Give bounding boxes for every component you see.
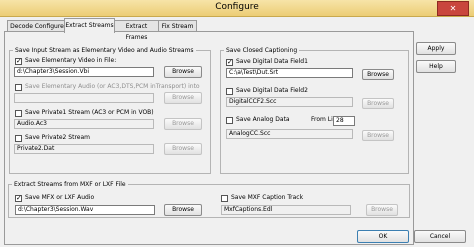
analog-data-path-field[interactable]: AnalogCC.Scc [226, 129, 353, 139]
group-title: Extract Streams from MXF or LXF File [12, 181, 128, 188]
data-field2-label: Save Digital Data Field2 [236, 87, 308, 94]
group-title: Save Input Stream as Elementary Video an… [13, 47, 196, 54]
private2-checkbox[interactable] [15, 135, 22, 142]
analog-data-label: Save Analog Data [236, 116, 290, 123]
data-field2-path-field[interactable]: DigitalCCF2.Scc [226, 97, 353, 107]
elementary-audio-label: Save Elementary Audio (or AC3,DTS,PCM in… [25, 83, 200, 90]
mxf-caption-label: Save MXF Caption Track [231, 194, 304, 201]
private1-browse-button[interactable]: Browse [164, 118, 202, 130]
data-field2-browse-button[interactable]: Browse [362, 98, 394, 109]
elementary-video-checkbox[interactable] [15, 57, 22, 66]
elementary-audio-path-field[interactable] [14, 93, 154, 103]
mxf-audio-path-field[interactable]: d:\Chapter3\Session.Wav [15, 205, 155, 215]
analog-data-checkbox[interactable] [226, 117, 233, 124]
elementary-video-browse-button[interactable]: Browse [164, 66, 202, 78]
group-mxf-lxf: Extract Streams from MXF or LXF File Sav… [8, 181, 410, 218]
elementary-audio-checkbox[interactable] [15, 84, 22, 91]
private2-browse-button[interactable]: Browse [164, 143, 202, 155]
close-button[interactable]: ✕ [437, 1, 469, 16]
ok-button[interactable]: OK [357, 230, 409, 243]
data-field1-checkbox[interactable] [226, 58, 233, 67]
mxf-caption-path-field[interactable]: MxfCaptions.Edl [221, 205, 351, 215]
mxf-audio-browse-button[interactable]: Browse [164, 204, 202, 216]
group-elementary-streams: Save Input Stream as Elementary Video an… [9, 47, 211, 174]
data-field1-path-field[interactable]: C:\a\Test\Dut.Srt [226, 68, 353, 78]
group-title: Save Closed Captioning [224, 47, 300, 54]
mxf-audio-checkbox[interactable] [15, 194, 22, 203]
mxf-caption-browse-button[interactable]: Browse [366, 204, 398, 216]
cancel-button[interactable]: Cancel [414, 230, 466, 243]
elementary-video-path-field[interactable]: d:\Chapter3\Session.Vbi [14, 67, 154, 77]
title-bar: Configure ✕ [0, 0, 474, 17]
from-line-field[interactable]: 28 [333, 116, 355, 126]
mxf-audio-label: Save MFX or LXF Audio [25, 194, 95, 201]
data-field1-label: Save Digital Data Field1 [236, 58, 308, 65]
private2-path-field[interactable]: Private2.Dat [14, 144, 154, 154]
elementary-video-label: Save Elementary Video in File: [25, 57, 117, 64]
private1-label: Save Private1 Stream (AC3 or PCM in VOB) [25, 109, 154, 116]
mxf-caption-checkbox[interactable] [221, 195, 228, 202]
data-field2-checkbox[interactable] [226, 88, 233, 95]
private2-label: Save Private2 Stream [25, 134, 90, 141]
private1-checkbox[interactable] [15, 110, 22, 117]
apply-button[interactable]: Apply [416, 42, 456, 55]
tab-extract-streams[interactable]: Extract Streams [64, 18, 115, 33]
elementary-audio-browse-button[interactable]: Browse [164, 92, 202, 104]
group-closed-captioning: Save Closed Captioning Save Digital Data… [220, 47, 409, 174]
window-title: Configure [215, 2, 259, 12]
help-button[interactable]: Help [416, 60, 456, 73]
data-field1-browse-button[interactable]: Browse [362, 69, 394, 80]
private1-path-field[interactable]: Audio.Ac3 [14, 119, 154, 129]
analog-data-browse-button[interactable]: Browse [362, 130, 394, 141]
